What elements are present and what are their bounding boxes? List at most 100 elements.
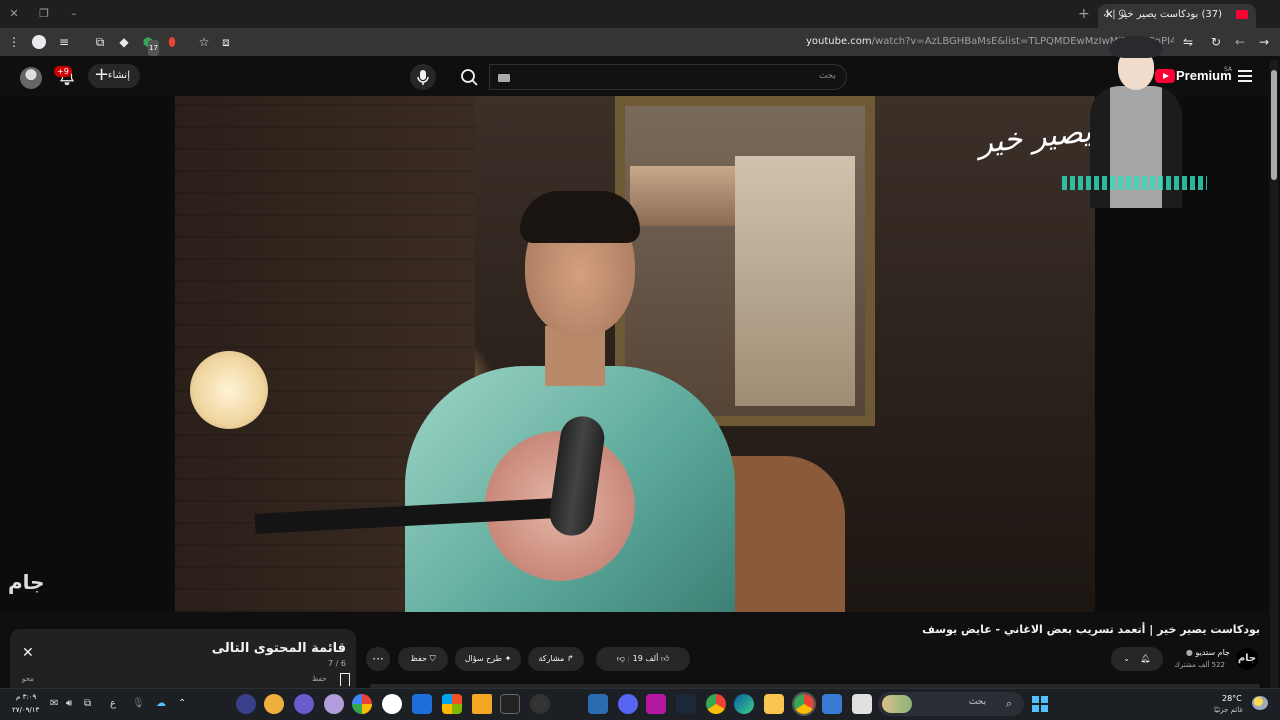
save-button[interactable]: حفظ ⛉ [398, 647, 448, 671]
guide-menu-icon[interactable] [1238, 70, 1252, 85]
like-dislike-bar[interactable]: 👎︎ | 19 ألف 👍︎ [596, 647, 690, 671]
vtuber-stripe [1062, 176, 1207, 190]
app-icon-2[interactable] [264, 694, 284, 714]
channel-avatar[interactable]: جام [1236, 648, 1258, 670]
chevron-down-icon: ⌄ [1123, 654, 1130, 663]
file-explorer-icon[interactable] [764, 694, 784, 714]
search-input[interactable]: بحث [489, 64, 847, 90]
extension-record-icon[interactable]: ⬮ [164, 34, 180, 50]
video-title: بودكاست يصير خير | أتعمد تسريب بعض الاغا… [922, 623, 1260, 636]
windows-start-icon[interactable] [1032, 696, 1048, 712]
app-icon-9[interactable] [472, 694, 492, 714]
app-icon-3[interactable] [294, 694, 314, 714]
microphone-icon [417, 70, 429, 85]
playlist-clear-label[interactable]: محو [22, 675, 34, 683]
new-tab-button[interactable]: + [1078, 6, 1090, 22]
app-icon-7[interactable] [412, 694, 432, 714]
app-icon-14[interactable] [646, 694, 666, 714]
app-icon-11[interactable] [530, 694, 550, 714]
forward-icon[interactable]: ← [1232, 34, 1248, 50]
browser-tab-active[interactable]: (37) بودكاست يصير خير | أت... ⊙ ✕ [1098, 4, 1256, 28]
edge-icon[interactable] [734, 694, 754, 714]
bell-icon: 🔔︎ [1140, 654, 1151, 663]
clock-time[interactable]: ٣:٠٩ م [16, 693, 36, 701]
extension-shield-icon[interactable]: ⬢17 [140, 34, 159, 56]
mail-icon[interactable] [588, 694, 608, 714]
verified-icon: ● [1185, 648, 1193, 657]
partly-cloudy-icon[interactable] [1252, 696, 1268, 710]
restore-window-icon[interactable]: ❐ [36, 6, 52, 22]
close-window-icon[interactable]: ✕ [6, 6, 22, 22]
playlist-save-bookmark-icon[interactable] [340, 673, 350, 686]
bookmark-star-icon[interactable]: ☆ [196, 34, 212, 50]
video-player[interactable] [175, 96, 1095, 612]
scrollbar-thumb[interactable] [1271, 70, 1277, 180]
channel-name-text: جام ستديو [1195, 648, 1230, 657]
steam-icon[interactable] [676, 694, 696, 714]
tab-close-icon[interactable]: ✕ [1102, 8, 1116, 22]
input-language[interactable]: ع [110, 698, 116, 709]
microsoft-store-icon[interactable] [442, 694, 462, 714]
tray-chat-icon[interactable]: ✉ [50, 698, 58, 709]
back-icon[interactable]: → [1256, 34, 1272, 50]
bookmark-icon: ⛉ [429, 654, 436, 663]
playlist-title: قائمة المحتوى التالى [211, 641, 346, 656]
reload-icon[interactable]: ↻ [1208, 34, 1224, 50]
task-view-icon[interactable] [852, 694, 872, 714]
clock-date[interactable]: ٢٧/٠٩/١٣ [12, 706, 39, 714]
media-control-icon[interactable]: ≡ [56, 34, 72, 50]
voice-search-button[interactable] [410, 64, 436, 90]
mic-tray-icon[interactable]: 🎙︎ [132, 698, 145, 709]
share-label: مشاركة [538, 654, 565, 663]
dislike-icon[interactable]: 👎︎ [617, 654, 625, 663]
taskbar-search[interactable]: ⌕ بحث [878, 692, 1024, 716]
extension-badge: 17 [148, 40, 159, 56]
video-painting [630, 166, 740, 226]
share-button[interactable]: مشاركة ↱ [528, 647, 584, 671]
share-icon: ↱ [566, 654, 574, 663]
keyboard-icon[interactable] [498, 74, 510, 82]
app-icon-6[interactable] [382, 694, 402, 714]
search-placeholder: بحث [818, 71, 836, 81]
url-host: youtube.com [806, 36, 872, 47]
ask-button[interactable]: طرح سؤال ✦ [455, 647, 521, 671]
video-board [735, 156, 855, 406]
like-icon[interactable]: 👍︎ [661, 654, 669, 663]
playlist-position: 7 / 6 [328, 659, 346, 668]
profile-icon[interactable] [32, 35, 46, 49]
extension-diamond-icon[interactable]: ◆ [116, 34, 132, 50]
onedrive-icon[interactable]: ☁ [156, 698, 166, 709]
taskbar-search-icon: ⌕ [1005, 697, 1012, 710]
app-icon-1[interactable] [236, 694, 256, 714]
plus-icon: + [94, 64, 110, 85]
subscribed-notifications-button[interactable]: ⌄ 🔔︎ [1111, 647, 1163, 671]
video-lamp [190, 351, 268, 429]
app-icon-4[interactable] [324, 694, 344, 714]
store-icon[interactable] [822, 694, 842, 714]
weather-description[interactable]: غائم جزئيًا [1214, 706, 1243, 714]
more-actions-button[interactable]: ··· [366, 647, 390, 671]
account-avatar[interactable] [20, 67, 42, 89]
vtuber-overlay [1062, 36, 1207, 208]
discord-icon[interactable] [618, 694, 638, 714]
create-button[interactable]: إنشاء + [88, 64, 140, 88]
install-app-icon[interactable]: ⧈ [218, 34, 234, 50]
playlist-save-label: حفظ [312, 675, 327, 683]
ask-label: طرح سؤال [464, 654, 503, 663]
tray-overflow-icon[interactable]: ⌃ [178, 698, 186, 709]
epic-games-icon[interactable] [500, 694, 520, 714]
tab-audio-icon[interactable]: ⊙ [1118, 8, 1126, 19]
weather-temperature[interactable]: 28°C [1222, 694, 1242, 703]
browser-menu-icon[interactable]: ⋮ [6, 34, 22, 50]
taskbar-search-label: بحث [968, 697, 986, 707]
network-icon[interactable]: ⧉ [84, 698, 91, 709]
chrome-active-icon[interactable] [792, 692, 816, 716]
search-button[interactable] [450, 64, 488, 90]
volume-icon[interactable]: 🔊︎ [66, 698, 72, 709]
close-icon[interactable]: ✕ [22, 645, 34, 661]
extensions-icon[interactable]: ⧉ [92, 34, 108, 50]
minimize-window-icon[interactable]: – [66, 6, 82, 22]
chrome-alt-icon[interactable] [352, 694, 372, 714]
chrome-icon[interactable] [706, 694, 726, 714]
save-label: حفظ [410, 654, 428, 663]
